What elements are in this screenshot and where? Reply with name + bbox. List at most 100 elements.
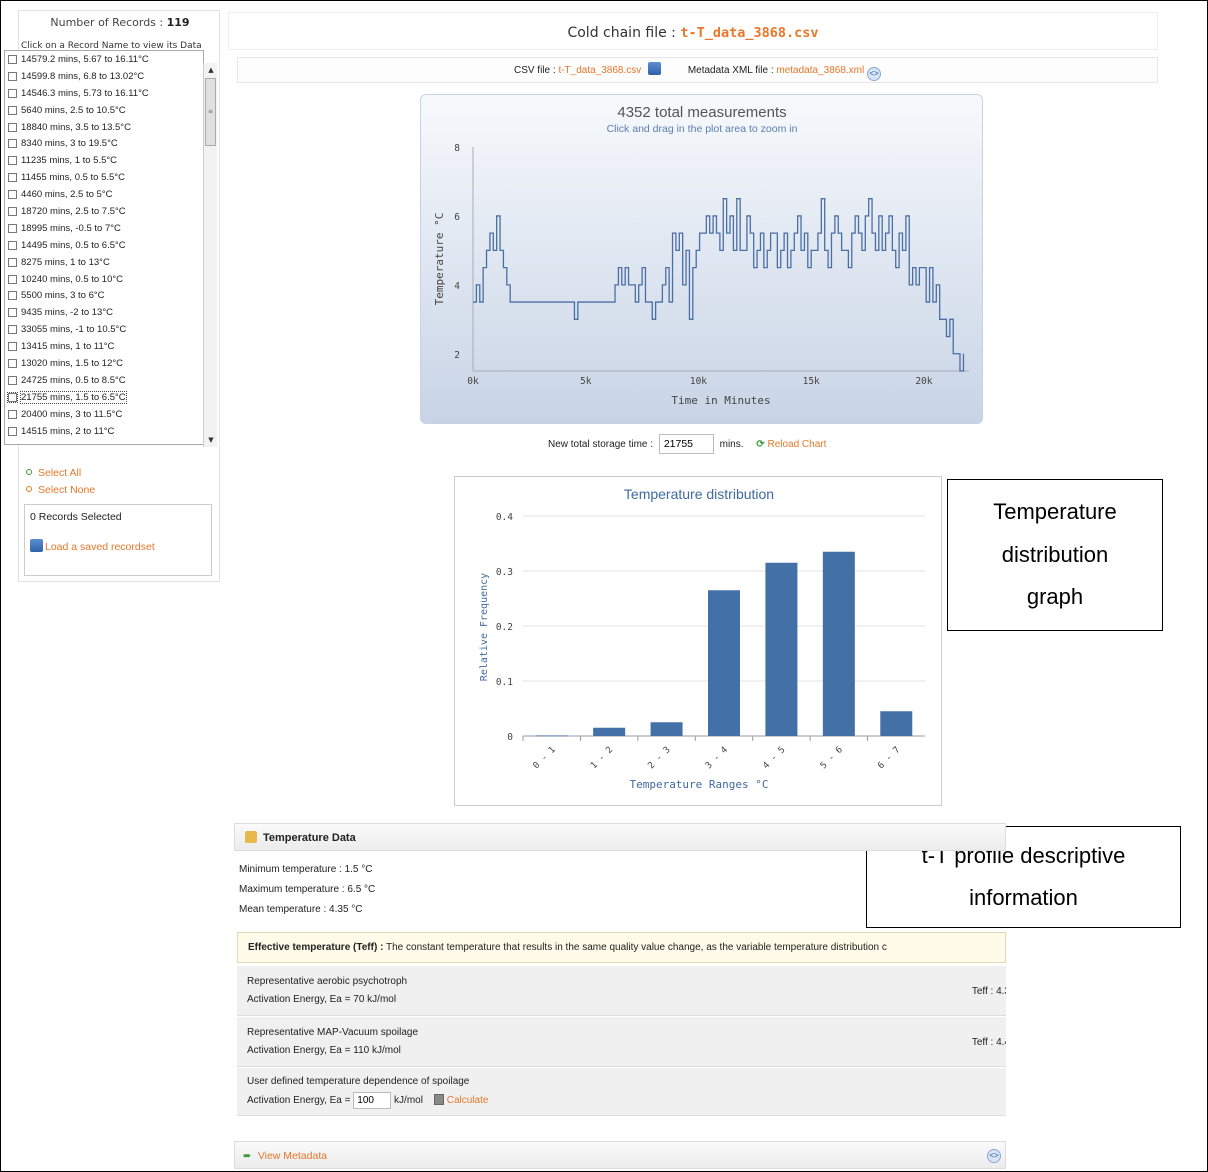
x-axis-label: Temperature Ranges °C (629, 778, 768, 791)
record-item[interactable]: 4460 mins, 2.5 to 5°C (5, 186, 203, 203)
record-label[interactable]: 5640 mins, 2.5 to 10.5°C (21, 105, 126, 116)
record-checkbox[interactable] (8, 257, 17, 267)
record-item[interactable]: 18840 mins, 3.5 to 13.5°C (5, 119, 203, 136)
record-checkbox[interactable] (8, 139, 17, 149)
record-checkbox[interactable] (8, 71, 17, 81)
record-item[interactable]: 33055 mins, -1 to 10.5°C (5, 321, 203, 338)
record-label[interactable]: 14599.8 mins, 6.8 to 13.02°C (21, 71, 144, 82)
record-item[interactable]: 8340 mins, 3 to 19.5°C (5, 135, 203, 152)
record-item[interactable]: 14546.3 mins, 5.73 to 16.11°C (5, 85, 203, 102)
record-label[interactable]: 21755 mins, 1.5 to 6.5°C (20, 390, 127, 404)
record-checkbox[interactable] (8, 358, 17, 368)
select-all-link[interactable]: Select All (26, 467, 81, 479)
record-item[interactable]: 13415 mins, 1 to 11°C (5, 338, 203, 355)
record-checkbox[interactable] (8, 88, 17, 98)
line-chart-svg[interactable]: 4352 total measurements Click and drag in… (421, 95, 984, 425)
record-label[interactable]: 14579.2 mins, 5.67 to 16.11°C (21, 54, 149, 65)
scroll-down-icon[interactable]: ▼ (204, 433, 218, 447)
xml-icon[interactable]: <> (987, 1149, 1001, 1163)
record-checkbox[interactable] (8, 342, 17, 352)
record-item[interactable]: 21755 mins, 1.5 to 6.5°C (5, 389, 203, 406)
scroll-thumb[interactable]: ≡ (205, 78, 216, 146)
select-none-link[interactable]: Select None (26, 484, 95, 496)
temperature-series-line (473, 198, 965, 372)
record-label[interactable]: 11455 mins, 0.5 to 5.5°C (21, 172, 125, 183)
record-item[interactable]: 14515 mins, 2 to 11°C (5, 423, 203, 440)
record-item[interactable]: 24725 mins, 0.5 to 8.5°C (5, 372, 203, 389)
temperature-distribution-chart: Temperature distribution 0 0.1 0.2 0.3 0.4 0 -… (454, 476, 942, 806)
record-checkbox[interactable] (8, 54, 17, 64)
record-item[interactable]: 14495 mins, 0.5 to 6.5°C (5, 237, 203, 254)
record-label[interactable]: 18840 mins, 3.5 to 13.5°C (21, 122, 131, 133)
record-label[interactable]: 14546.3 mins, 5.73 to 16.11°C (21, 88, 149, 99)
record-label[interactable]: 8340 mins, 3 to 19.5°C (21, 138, 118, 149)
csv-file-link[interactable]: t-T_data_3868.csv (558, 65, 641, 76)
record-label[interactable]: 10240 mins, 0.5 to 10°C (21, 274, 123, 285)
view-metadata-row[interactable]: ➨ View Metadata <> (234, 1141, 1006, 1169)
record-item[interactable]: 14599.8 mins, 6.8 to 13.02°C (5, 68, 203, 85)
record-checkbox[interactable] (8, 223, 17, 233)
activation-energy-input[interactable] (353, 1092, 392, 1109)
record-checkbox[interactable] (8, 375, 17, 385)
bar (822, 551, 855, 736)
record-checkbox[interactable] (8, 240, 17, 250)
record-item[interactable]: 5640 mins, 2.5 to 10.5°C (5, 102, 203, 119)
record-label[interactable]: 33055 mins, -1 to 10.5°C (21, 324, 126, 335)
record-item[interactable]: 11235 mins, 1 to 5.5°C (5, 152, 203, 169)
scroll-up-icon[interactable]: ▲ (204, 63, 218, 77)
record-item[interactable]: 13020 mins, 1.5 to 12°C (5, 355, 203, 372)
load-recordset-link[interactable]: Load a saved recordset (30, 539, 155, 553)
record-item[interactable]: 10240 mins, 0.5 to 10°C (5, 271, 203, 288)
record-checkbox[interactable] (8, 426, 17, 436)
temperature-data-header[interactable]: Temperature Data (234, 823, 1006, 851)
record-item[interactable]: 11455 mins, 0.5 to 5.5°C (5, 169, 203, 186)
record-item[interactable]: 18720 mins, 2.5 to 7.5°C (5, 203, 203, 220)
record-checkbox[interactable] (8, 206, 17, 216)
time-temperature-chart[interactable]: 4352 total measurements Click and drag in… (420, 94, 983, 424)
record-label[interactable]: 9435 mins, -2 to 13°C (21, 307, 113, 318)
record-item[interactable]: 5500 mins, 3 to 6°C (5, 287, 203, 304)
record-checkbox[interactable] (8, 274, 17, 284)
record-label[interactable]: 14515 mins, 2 to 11°C (21, 426, 114, 437)
record-checkbox[interactable] (8, 156, 17, 166)
record-checkbox[interactable] (7, 391, 18, 403)
bar (708, 590, 740, 736)
csv-download-icon[interactable] (648, 62, 662, 75)
record-label[interactable]: 20400 mins, 3 to 11.5°C (21, 409, 122, 420)
record-checkbox[interactable] (8, 308, 17, 318)
y-axis-label: Temperature °C (433, 213, 446, 306)
record-checkbox[interactable] (8, 122, 17, 132)
record-label[interactable]: 5500 mins, 3 to 6°C (21, 290, 105, 301)
record-label[interactable]: 8275 mins, 1 to 13°C (21, 257, 110, 268)
record-label[interactable]: 18995 mins, -0.5 to 7°C (21, 223, 121, 234)
record-item[interactable]: 18995 mins, -0.5 to 7°C (5, 220, 203, 237)
records-scrollbar[interactable]: ▲ ≡ ▼ (203, 63, 217, 447)
record-checkbox[interactable] (8, 190, 17, 200)
record-checkbox[interactable] (8, 409, 17, 419)
record-label[interactable]: 13415 mins, 1 to 11°C (21, 341, 114, 352)
record-label[interactable]: 11235 mins, 1 to 5.5°C (21, 155, 117, 166)
records-list[interactable]: 14579.2 mins, 5.67 to 16.11°C 14599.8 min… (4, 50, 204, 445)
record-label[interactable]: 18720 mins, 2.5 to 7.5°C (21, 206, 126, 217)
record-item[interactable]: 9435 mins, -2 to 13°C (5, 304, 203, 321)
calculate-button[interactable]: Calculate (433, 1094, 488, 1106)
x-tick-label: 6 - 7 (876, 745, 902, 771)
reload-chart-button[interactable]: ⟳ Reload Chart (756, 439, 826, 450)
record-item[interactable]: 8275 mins, 1 to 13°C (5, 254, 203, 271)
y-axis-label: Relative Frequency (479, 573, 490, 681)
xml-file-link[interactable]: metadata_3868.xml (776, 65, 864, 76)
record-checkbox[interactable] (8, 325, 17, 335)
record-label[interactable]: 24725 mins, 0.5 to 8.5°C (21, 375, 126, 386)
record-label[interactable]: 14495 mins, 0.5 to 6.5°C (21, 240, 126, 251)
record-label[interactable]: 13020 mins, 1.5 to 12°C (21, 358, 123, 369)
record-label[interactable]: 4460 mins, 2.5 to 5°C (21, 189, 112, 200)
x-tick-label: 1 - 2 (589, 745, 615, 771)
record-checkbox[interactable] (8, 173, 17, 183)
storage-time-input[interactable] (658, 434, 714, 454)
record-checkbox[interactable] (8, 291, 17, 301)
record-checkbox[interactable] (8, 105, 17, 115)
xml-icon[interactable]: <> (867, 67, 882, 81)
record-item[interactable]: 20400 mins, 3 to 11.5°C (5, 406, 203, 423)
record-item[interactable]: 14579.2 mins, 5.67 to 16.11°C (5, 51, 203, 68)
x-tick-label: 0k (467, 376, 479, 387)
